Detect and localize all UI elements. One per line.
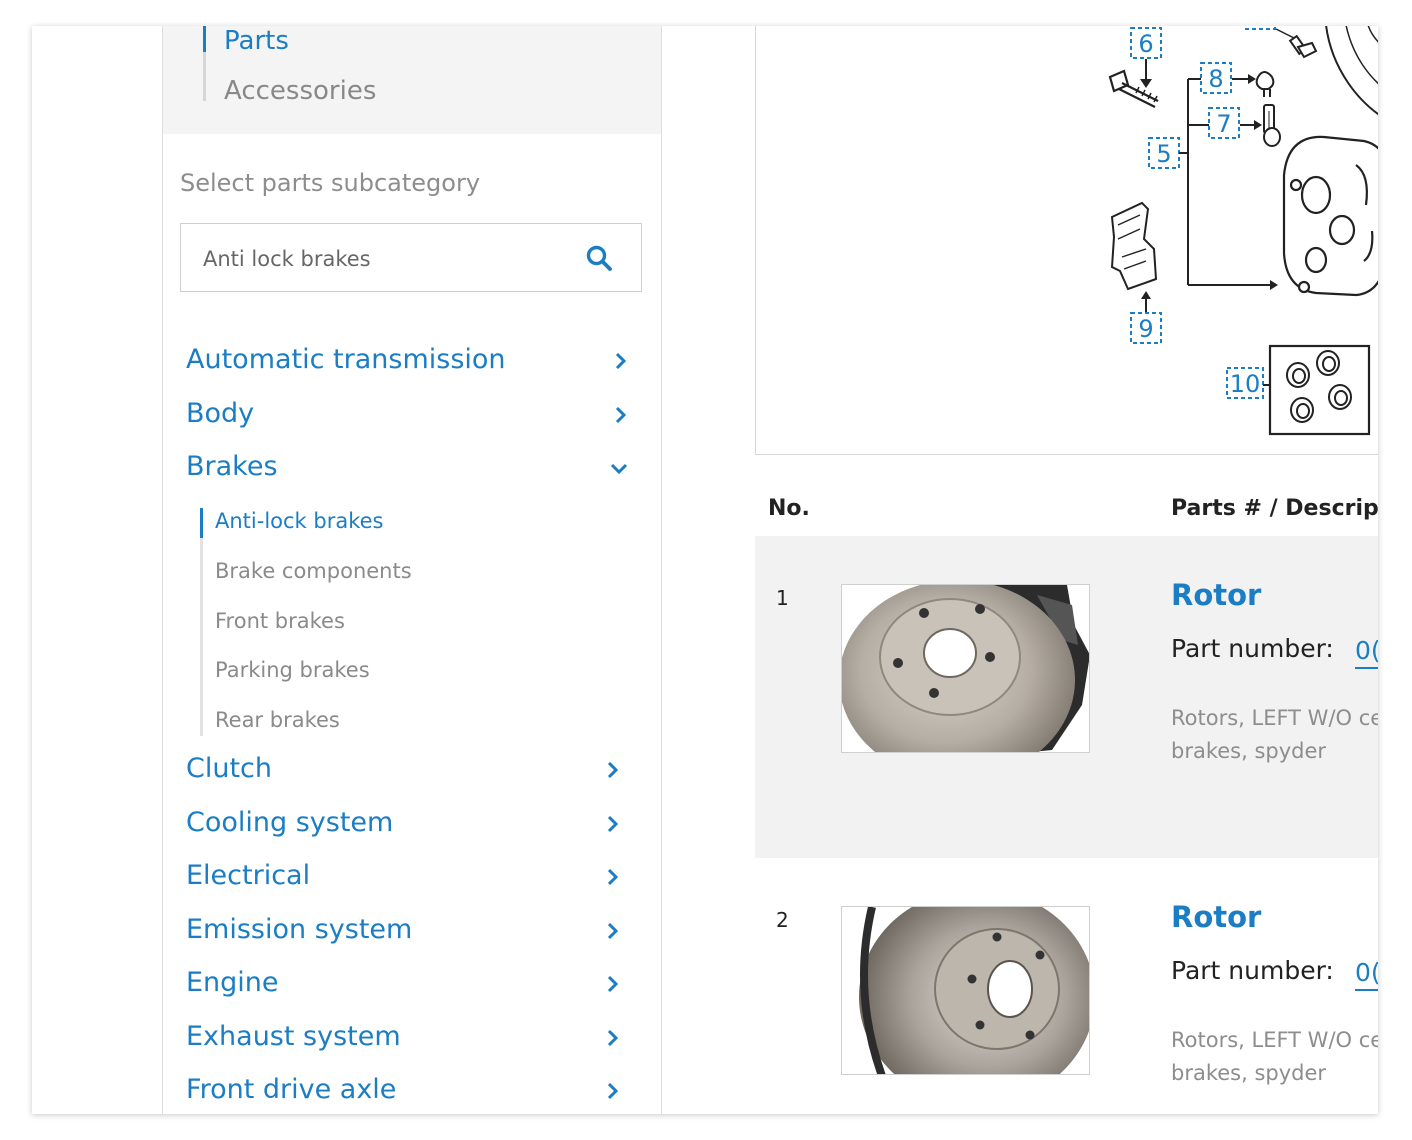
category-automatic-transmission[interactable]: Automatic transmission: [186, 344, 636, 384]
chevron-right-icon: [607, 922, 619, 940]
subitem-anti-lock-brakes[interactable]: Anti-lock brakes: [215, 509, 384, 533]
rotor-image: [842, 907, 1089, 1074]
category-exhaust-system[interactable]: Exhaust system: [186, 1021, 636, 1061]
row-number: 1: [776, 586, 789, 610]
search-icon[interactable]: [585, 244, 613, 272]
subitem-brake-components[interactable]: Brake components: [215, 559, 412, 583]
category-label: Brakes: [186, 451, 278, 482]
column-header-parts: Parts # / Descripti: [1171, 496, 1378, 521]
left-gutter: [32, 26, 162, 1114]
part-description-line: Rotors, LEFT W/O cе: [1171, 706, 1378, 730]
subcategory-search: [180, 223, 642, 292]
chevron-right-icon: [607, 815, 619, 833]
subitem-rear-brakes[interactable]: Rear brakes: [215, 708, 340, 732]
category-emission-system[interactable]: Emission system: [186, 914, 636, 954]
category-label: Clutch: [186, 753, 273, 784]
part-thumbnail[interactable]: [841, 584, 1090, 753]
part-number-link[interactable]: 0(: [1355, 636, 1378, 669]
table-row: 1 Rotor Part number: 0 Rotors, LEFT W/O …: [755, 536, 1378, 858]
category-clutch[interactable]: Clutch: [186, 753, 636, 793]
part-description-line: brakes, spyder: [1171, 739, 1327, 763]
callout-label: 5: [1156, 140, 1171, 168]
part-number-label: Part number:: [1171, 634, 1334, 663]
category-front-drive-axle[interactable]: Front drive axle: [186, 1074, 636, 1114]
subtree-line: [200, 508, 203, 736]
callout-label: 8: [1208, 65, 1223, 93]
category-engine[interactable]: Engine: [186, 967, 636, 1007]
column-header-no: No.: [768, 496, 810, 521]
parts-accessories-tabs: Parts Accessories: [163, 26, 661, 134]
subtree-active-indicator: [200, 508, 203, 538]
app-window: Parts Accessories Select parts subcatego…: [32, 26, 1378, 1114]
part-name-link[interactable]: Rotor: [1171, 578, 1261, 612]
category-label: Cooling system: [186, 807, 394, 838]
chevron-right-icon: [607, 761, 619, 779]
category-label: Body: [186, 398, 255, 429]
part-description: Rotors, LEFT W/O cе brakes, spyder: [1171, 1024, 1378, 1090]
chevron-down-icon: [610, 463, 628, 475]
tab-accessories[interactable]: Accessories: [224, 76, 376, 106]
subitem-parking-brakes[interactable]: Parking brakes: [215, 658, 370, 682]
part-name-link[interactable]: Rotor: [1171, 900, 1261, 934]
sidebar: Parts Accessories Select parts subcatego…: [162, 26, 662, 1114]
callout-label: 7: [1216, 110, 1231, 138]
chevron-right-icon: [607, 1029, 619, 1047]
part-description-line: brakes, spyder: [1171, 1061, 1327, 1085]
category-body[interactable]: Body: [186, 398, 636, 438]
chevron-right-icon: [615, 352, 627, 370]
tab-indicator-active: [203, 26, 206, 52]
subitem-front-brakes[interactable]: Front brakes: [215, 609, 345, 633]
category-label: Engine: [186, 967, 279, 998]
parts-diagram[interactable]: 6 8 7 5 9 10: [755, 26, 1378, 455]
tab-indicator-track: [203, 26, 206, 101]
chevron-right-icon: [607, 868, 619, 886]
rotor-image: [842, 585, 1089, 752]
part-description: Rotors, LEFT W/O cе brakes, spyder: [1171, 702, 1378, 768]
category-cooling-system[interactable]: Cooling system: [186, 807, 636, 847]
subcategory-title: Select parts subcategory: [180, 169, 481, 197]
callout-label: 6: [1138, 30, 1153, 58]
exploded-diagram-illustration: 6 8 7 5 9 10: [1108, 26, 1378, 436]
category-label: Front drive axle: [186, 1074, 397, 1105]
category-label: Emission system: [186, 914, 413, 945]
callout-label: 10: [1230, 370, 1261, 398]
category-brakes[interactable]: Brakes: [186, 451, 636, 491]
category-electrical[interactable]: Electrical: [186, 860, 636, 900]
category-label: Electrical: [186, 860, 311, 891]
chevron-right-icon: [615, 406, 627, 424]
row-number: 2: [776, 908, 789, 932]
table-row: 2 Rotor Part number: 0 Rotors, LEFT W/O …: [755, 858, 1378, 1114]
callout-label: 9: [1138, 315, 1153, 343]
chevron-right-icon: [607, 975, 619, 993]
tab-parts[interactable]: Parts: [224, 26, 289, 56]
part-thumbnail[interactable]: [841, 906, 1090, 1075]
part-number-label: Part number:: [1171, 956, 1334, 985]
part-number-link[interactable]: 0(: [1355, 958, 1378, 991]
chevron-right-icon: [607, 1082, 619, 1100]
category-label: Exhaust system: [186, 1021, 401, 1052]
category-label: Automatic transmission: [186, 344, 506, 375]
part-description-line: Rotors, LEFT W/O cе: [1171, 1028, 1378, 1052]
search-input[interactable]: [201, 242, 585, 276]
